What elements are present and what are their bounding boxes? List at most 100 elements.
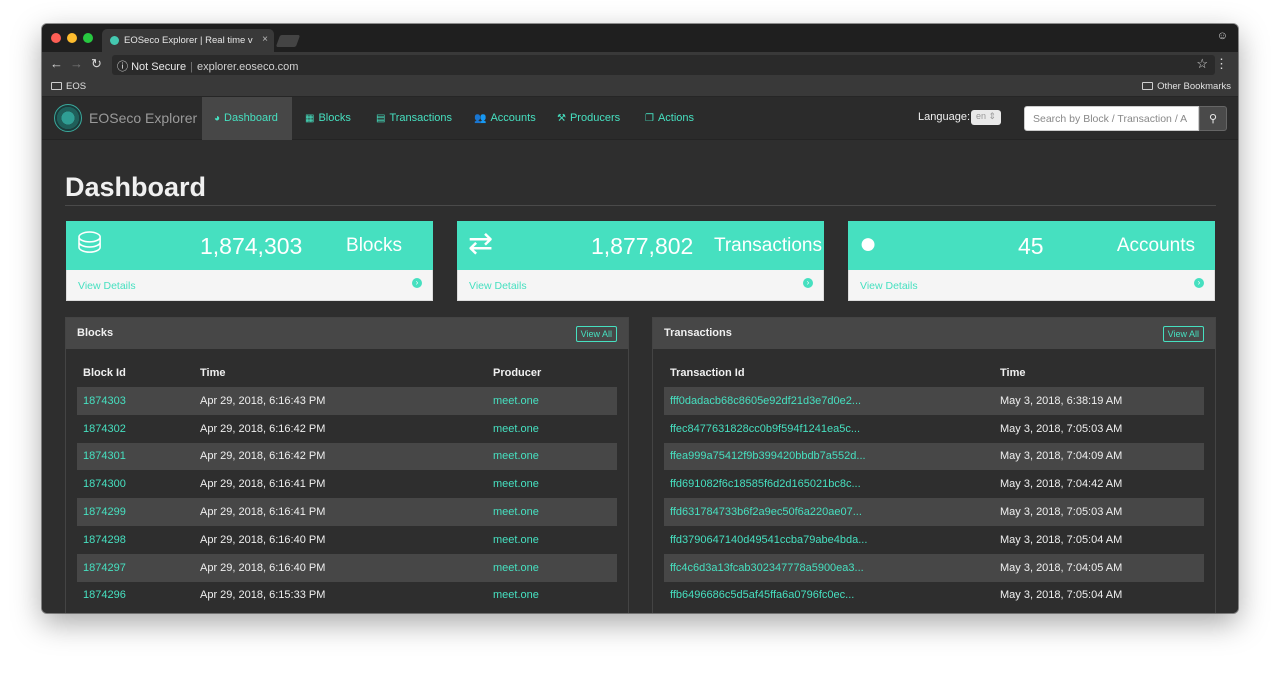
table-cell-link[interactable]: 1874296 [77,582,194,610]
blocks-panel: Blocks View All Block Id Time Producer 1… [65,317,629,613]
nav-actions[interactable]: ❐ Actions [645,97,694,140]
table-row: 1874300 Apr 29, 2018, 6:16:41 PM meet.one [77,470,617,498]
table-cell: Apr 29, 2018, 6:15:33 PM [200,589,326,602]
eoseco-logo-icon [54,104,82,132]
table-row: 1874297 Apr 29, 2018, 6:16:40 PM meet.one [77,553,617,582]
table-cell: May 3, 2018, 7:05:03 AM [1000,422,1123,435]
table-cell-link[interactable]: meet.one [487,498,617,526]
incognito-icon: ☺ [1216,30,1228,42]
table-cell: May 3, 2018, 7:04:42 AM [1000,478,1123,491]
table-cell-link[interactable]: meet.one [487,442,617,471]
table-cell-link[interactable]: fff0dadacb68c8605e92df21d3e7d0e2... [664,387,994,415]
reload-icon[interactable]: ↻ [91,56,102,72]
nav-transactions[interactable]: ▤ Transactions [376,97,452,140]
stat-blocks-label: Blocks [346,235,402,256]
view-details-label: View Details [860,280,918,292]
table-cell-link[interactable]: meet.one [487,526,617,554]
table-cell-link[interactable]: 1874297 [77,553,194,582]
table-row: ffea999a75412f9b399420bbdb7a552d... May 3… [664,442,1204,471]
copy-icon: ❐ [645,113,654,124]
table-cell-link[interactable]: 1874302 [77,415,194,443]
tab-close-icon[interactable]: × [262,34,268,45]
nav-producers[interactable]: ⚒ Producers [557,97,620,140]
maximize-window-button[interactable] [83,33,93,43]
table-row: ffec8477631828cc0b9f594f1241ea5c... May 3… [664,415,1204,443]
table-cell-link[interactable]: meet.one [487,553,617,582]
forward-arrow-icon[interactable]: → [70,56,83,71]
view-details-transactions[interactable]: View Details › [457,270,824,301]
bookmark-eos-label: EOS [66,81,87,92]
language-select[interactable]: en ⇕ [971,110,1001,125]
table-row: 1874301 Apr 29, 2018, 6:16:42 PM meet.one [77,442,617,471]
title-divider [65,205,1216,206]
new-tab-button[interactable] [275,35,301,47]
minimize-window-button[interactable] [67,33,77,43]
exchange-icon: ⇄ [468,227,494,260]
table-cell-link[interactable]: 1874301 [77,442,194,471]
back-arrow-icon[interactable]: ← [50,56,63,71]
table-cell: Apr 29, 2018, 6:16:40 PM [194,553,487,582]
arrow-right-circle-icon: › [412,278,422,288]
tab-strip: EOSeco Explorer | Real time v × ☺ [42,24,1238,52]
stat-card-header: ⛁ 1,874,303 Blocks [66,221,433,270]
table-cell-link[interactable]: ffea999a75412f9b399420bbdb7a552d... [664,442,994,471]
table-row: ffc4c6d3a13fcab302347778a5900ea3... May 3… [664,553,1204,582]
table-row: ffd691082f6c18585f6d2d165021bc8c... May 3… [664,470,1204,498]
table-row: 1874298 Apr 29, 2018, 6:16:40 PM meet.one [77,526,617,554]
address-bar-row: ← → ↻ ⓘ Not Secure | explorer.eoseco.com ☆… [42,52,1238,78]
table-cell-link[interactable]: 1874303 [77,387,194,415]
table-cell: May 3, 2018, 6:38:19 AM [994,387,1204,415]
view-details-blocks[interactable]: View Details › [66,270,433,301]
stat-transactions-label: Transactions [713,235,822,256]
browser-tab[interactable]: EOSeco Explorer | Real time v × [102,29,274,52]
stat-transactions-value: 1,877,802 [591,233,694,259]
blocks-view-all-button[interactable]: View All [575,326,617,342]
stat-accounts-value: 45 [1018,233,1044,259]
table-cell-link[interactable]: ffc4c6d3a13fcab302347778a5900ea3... [664,553,994,582]
blocks-table: Block Id Time Producer 1874303 Apr 29, 20… [77,358,617,609]
bookmarks-bar: EOS Other Bookmarks [42,78,1238,97]
stat-card-header: ● 45 Accounts [848,221,1215,270]
table-cell-link[interactable]: meet.one [487,415,617,443]
table-cell-link[interactable]: ffd691082f6c18585f6d2d165021bc8c... [664,470,994,498]
table-cell-link[interactable]: 1874300 [77,470,194,498]
table-row: 1874299 Apr 29, 2018, 6:16:41 PM meet.one [77,498,617,526]
brand[interactable]: EOSeco Explorer [54,104,197,132]
search-button[interactable]: ⚲ [1199,106,1227,131]
table-row: 1874302 Apr 29, 2018, 6:16:42 PM meet.one [77,415,617,443]
table-row: 1874303 Apr 29, 2018, 6:16:43 PM meet.one [77,387,617,415]
menu-kebab-icon[interactable]: ⋮ [1215,56,1228,72]
stat-card-blocks: ⛁ 1,874,303 Blocks View Details › [66,221,433,301]
table-cell-link[interactable]: meet.one [487,470,617,498]
table-row: fff0dadacb68c8605e92df21d3e7d0e2... May 3… [664,387,1204,415]
table-cell: Apr 29, 2018, 6:16:42 PM [194,442,487,471]
table-cell-link[interactable]: ffd631784733b6f2a9ec50f6a220ae07... [664,498,994,526]
security-label: Not Secure [131,61,187,73]
dashboard-icon: ◕ [214,113,221,124]
folder-icon [1142,82,1154,90]
table-cell: May 3, 2018, 7:04:09 AM [994,442,1204,471]
stat-card-transactions: ⇄ 1,877,802 Transactions View Details › [457,221,824,301]
table-cell-link[interactable]: meet.one [487,582,617,610]
language-value: en [976,111,987,121]
nav-actions-label: Actions [657,112,695,124]
bookmark-eos[interactable]: EOS [51,81,86,92]
address-bar[interactable]: ⓘ Not Secure | explorer.eoseco.com [112,55,1215,75]
table-cell: May 3, 2018, 7:04:05 AM [994,553,1204,582]
view-details-accounts[interactable]: View Details › [848,270,1215,301]
transactions-view-all-button[interactable]: View All [1162,326,1204,342]
close-window-button[interactable] [51,33,61,43]
bookmark-other[interactable]: Other Bookmarks [1142,81,1231,92]
nav-dashboard[interactable]: ◕ Dashboard [202,97,292,140]
table-cell-link[interactable]: ffb6496686c5d5af45ffa6a0796fc0ec... [664,582,994,610]
table-cell-link[interactable]: 1874298 [77,526,194,554]
table-cell-link[interactable]: ffec8477631828cc0b9f594f1241ea5c... [664,415,994,443]
table-cell-link[interactable]: ffd3790647140d49541ccba79abe4bda... [664,526,994,554]
table-cell-link[interactable]: 1874299 [77,498,194,526]
nav-blocks[interactable]: ▦ Blocks [305,97,351,140]
arrow-right-circle-icon: › [803,278,813,288]
table-cell-link[interactable]: meet.one [487,387,617,415]
search-input[interactable]: Search by Block / Transaction / A [1024,106,1199,131]
bookmark-star-icon[interactable]: ☆ [1196,56,1208,72]
nav-accounts[interactable]: 👥 Accounts [474,97,536,140]
